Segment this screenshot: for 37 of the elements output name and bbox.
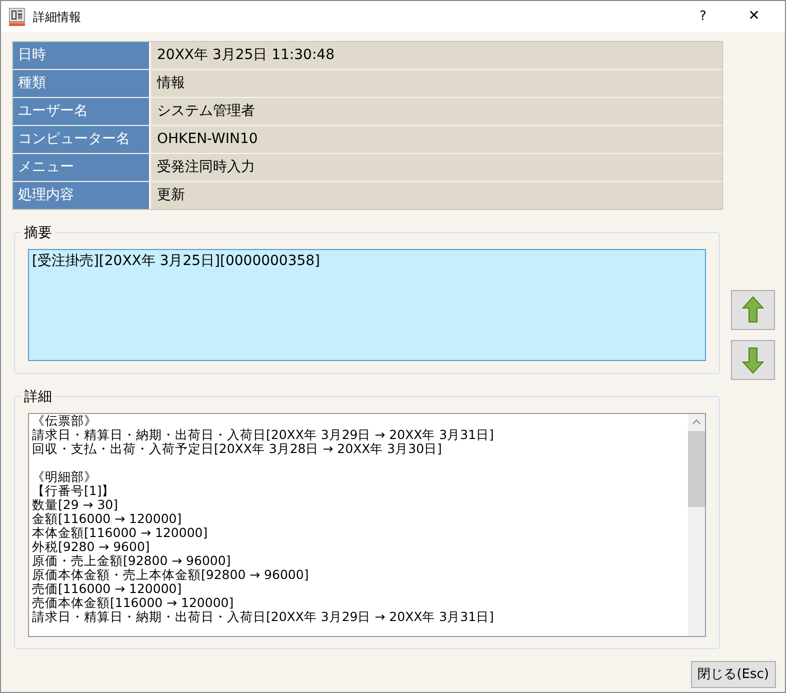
window-title: 詳細情報 — [33, 8, 82, 26]
field-value: OHKEN-WIN10 — [151, 126, 722, 153]
field-value: 更新 — [151, 182, 722, 209]
detail-line: 《伝票部》 — [32, 414, 98, 428]
field-label: 処理内容 — [13, 182, 149, 209]
field-label: ユーザー名 — [13, 98, 149, 125]
summary-text-area[interactable]: [受注掛売][20XX年 3月25日][0000000358] — [28, 249, 706, 361]
move-up-button[interactable] — [731, 290, 775, 330]
detail-line: 売価[116000 → 120000] — [32, 582, 183, 596]
field-value: システム管理者 — [151, 98, 722, 125]
detail-line: 数量[29 → 30] — [32, 498, 119, 512]
app-icon — [9, 8, 25, 26]
field-value: 情報 — [151, 70, 722, 97]
up-arrow-icon — [741, 295, 765, 325]
down-arrow-icon — [741, 345, 765, 375]
close-dialog-button[interactable]: 閉じる(Esc) — [690, 661, 776, 688]
field-label: 種類 — [13, 70, 149, 97]
move-down-button[interactable] — [731, 340, 775, 380]
detail-line: 請求日・精算日・納期・出荷日・入荷日[20XX年 3月29日 → 20XX年 3月31日] — [32, 428, 495, 442]
help-button[interactable]: ? — [683, 1, 723, 32]
detail-line: 請求日・精算日・納期・出荷日・入荷日[20XX年 3月29日 → 20XX年 3月31日] — [32, 610, 495, 624]
scrollbar[interactable] — [688, 414, 705, 636]
detail-line: 【行番号[1]】 — [32, 484, 116, 498]
field-label: コンピューター名 — [13, 126, 149, 153]
detail-line: 金額[116000 → 120000] — [32, 512, 183, 526]
detail-line: 本体金額[116000 → 120000] — [32, 526, 209, 540]
field-value: 受発注同時入力 — [151, 154, 722, 181]
detail-line: 《明細部》 — [32, 470, 98, 484]
detail-line: 原価・売上金額[92800 → 96000] — [32, 554, 232, 568]
detail-line: 回収・支払・出荷・入荷予定日[20XX年 3月28日 → 20XX年 3月30日] — [32, 442, 443, 456]
field-label: 日時 — [13, 42, 149, 69]
detail-line: 外税[9280 → 9600] — [32, 540, 151, 554]
field-label: メニュー — [13, 154, 149, 181]
detail-line: 売価本体金額[116000 → 120000] — [32, 596, 235, 610]
close-button[interactable]: ✕ — [731, 1, 777, 32]
field-value: 20XX年 3月25日 11:30:48 — [151, 42, 722, 69]
detail-line: 原価本体金額・売上本体金額[92800 → 96000] — [32, 568, 310, 582]
